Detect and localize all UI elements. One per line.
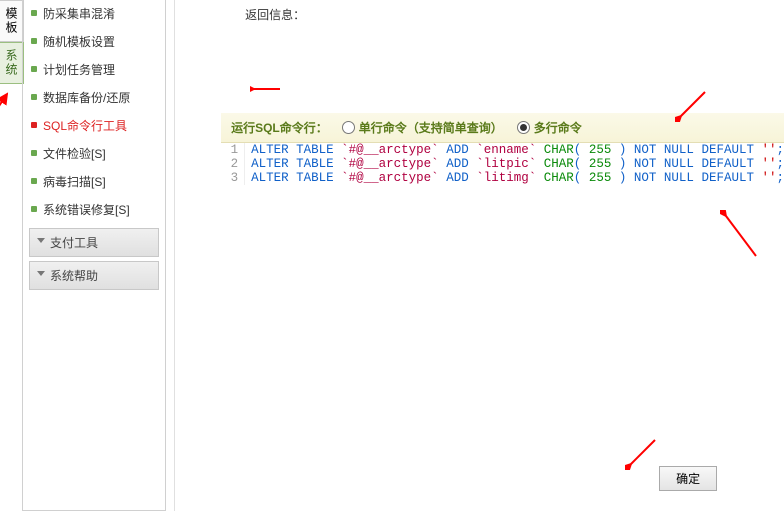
option-multi-label: 多行命令 <box>534 119 582 136</box>
arrow-icon <box>720 210 760 260</box>
sidebar-item-sqlcmd[interactable]: SQL命令行工具 <box>23 112 165 140</box>
code-line: 3ALTER TABLE `#@__arctype` ADD `litimg` … <box>221 171 784 185</box>
line-number: 3 <box>221 171 245 185</box>
code-text: ALTER TABLE `#@__arctype` ADD `enname` C… <box>245 143 784 157</box>
sidebar-item-schedule[interactable]: 计划任务管理 <box>23 56 165 84</box>
sidebar-item-antispam[interactable]: 防采集串混淆 <box>23 0 165 28</box>
option-multi-line[interactable]: 多行命令 <box>517 119 582 136</box>
main-panel: 返回信息： 运行SQL命令行： 单行命令（支持简单查询） 多行命令 1ALTER… <box>174 0 784 511</box>
side-tabs: 模板 系统 <box>0 0 22 511</box>
return-info-label: 返回信息： <box>245 6 784 23</box>
arrow-icon <box>675 88 709 122</box>
tab-system[interactable]: 系统 <box>0 42 24 84</box>
run-sql-label: 运行SQL命令行： <box>231 119 328 136</box>
code-text: ALTER TABLE `#@__arctype` ADD `litimg` C… <box>245 171 784 185</box>
radio-checked-icon <box>517 121 530 134</box>
arrow-icon <box>0 90 11 126</box>
code-line: 2ALTER TABLE `#@__arctype` ADD `litpic` … <box>221 157 784 171</box>
sidebar-item-filecheck[interactable]: 文件检验[S] <box>23 140 165 168</box>
sidebar-item-dbbackup[interactable]: 数据库备份/还原 <box>23 84 165 112</box>
sidebar: 防采集串混淆 随机模板设置 计划任务管理 数据库备份/还原 SQL命令行工具 文… <box>22 0 166 511</box>
tab-template[interactable]: 模板 <box>0 0 24 42</box>
code-text: ALTER TABLE `#@__arctype` ADD `litpic` C… <box>245 157 784 171</box>
sidebar-group-pay[interactable]: 支付工具 <box>29 228 159 257</box>
ok-button[interactable]: 确定 <box>659 466 717 491</box>
sidebar-item-virus[interactable]: 病毒扫描[S] <box>23 168 165 196</box>
sidebar-item-errfix[interactable]: 系统错误修复[S] <box>23 196 165 224</box>
sql-editor[interactable]: 1ALTER TABLE `#@__arctype` ADD `enname` … <box>221 143 784 185</box>
radio-unchecked-icon <box>342 121 355 134</box>
sidebar-item-randtpl[interactable]: 随机模板设置 <box>23 28 165 56</box>
line-number: 2 <box>221 157 245 171</box>
arrow-icon <box>625 436 659 470</box>
code-line: 1ALTER TABLE `#@__arctype` ADD `enname` … <box>221 143 784 157</box>
option-single-label: 单行命令（支持简单查询） <box>359 119 503 136</box>
sidebar-group-help[interactable]: 系统帮助 <box>29 261 159 290</box>
option-single-line[interactable]: 单行命令（支持简单查询） <box>342 119 503 136</box>
arrow-icon <box>250 82 282 96</box>
line-number: 1 <box>221 143 245 157</box>
